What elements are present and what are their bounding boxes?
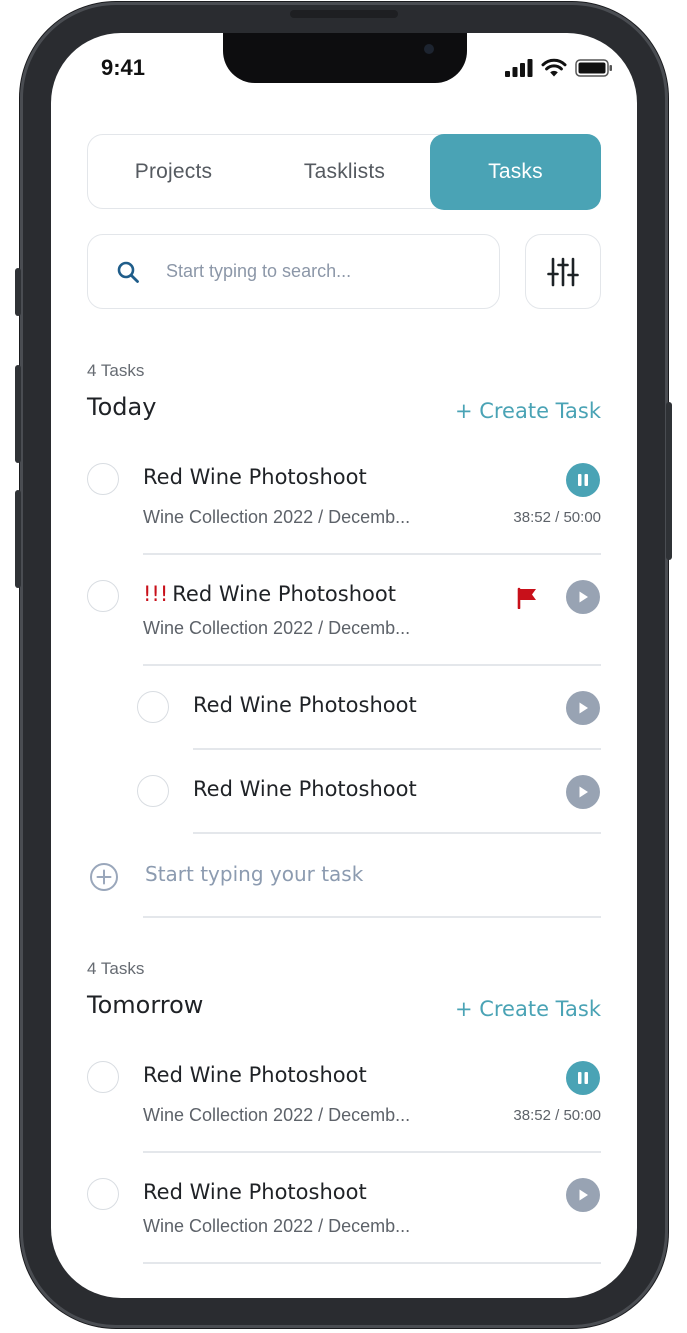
cellular-signal-icon <box>505 58 533 77</box>
volume-down-button <box>15 490 21 588</box>
task-title[interactable]: Red Wine Photoshoot <box>143 465 367 489</box>
play-icon <box>579 591 588 603</box>
play-icon <box>579 786 588 798</box>
battery-icon <box>575 58 612 77</box>
view-switcher: Projects Tasklists Tasks <box>87 133 601 210</box>
task-path: Wine Collection 2022 / Decemb... <box>143 1216 411 1236</box>
power-button <box>666 402 672 560</box>
section-task-count: 4 Tasks <box>87 959 145 978</box>
task-checkbox[interactable] <box>87 580 119 612</box>
earpiece-speaker <box>290 10 398 18</box>
task-checkbox[interactable] <box>87 1178 119 1210</box>
subtask-title[interactable]: Red Wine Photoshoot <box>193 693 417 717</box>
pause-icon <box>578 474 588 486</box>
search-input[interactable] <box>166 261 466 282</box>
pause-icon <box>578 1072 588 1084</box>
task-title[interactable]: !!! Red Wine Photoshoot <box>143 582 396 606</box>
tab-tasklists[interactable]: Tasklists <box>259 135 430 208</box>
tab-projects[interactable]: Projects <box>88 135 259 208</box>
priority-marker: !!! <box>143 582 169 606</box>
wifi-icon <box>541 58 567 77</box>
search-box <box>87 234 500 309</box>
task-divider <box>143 553 601 555</box>
pause-timer-button[interactable] <box>566 463 600 497</box>
create-task-link[interactable]: + Create Task <box>455 997 601 1021</box>
task-path: Wine Collection 2022 / Decemb... <box>143 618 411 638</box>
status-icons <box>505 58 613 77</box>
flag-icon[interactable] <box>516 587 538 609</box>
create-task-link[interactable]: + Create Task <box>455 399 601 423</box>
status-time: 9:41 <box>101 55 146 80</box>
volume-up-button <box>15 365 21 463</box>
task-divider <box>143 664 601 666</box>
task-timer: 38:52 / 50:00 <box>513 509 601 526</box>
section-title-today: Today <box>87 393 157 421</box>
sliders-icon <box>547 257 579 286</box>
app-screen: 9:41 Projects Tasklists Tasks Start typi… <box>51 33 637 1298</box>
notch <box>223 33 467 83</box>
play-icon <box>579 702 588 714</box>
task-title[interactable]: Red Wine Photoshoot <box>143 1180 367 1204</box>
task-title-text: Red Wine Photoshoot <box>172 582 396 606</box>
front-camera <box>424 44 434 54</box>
task-divider <box>143 916 601 918</box>
section-title-tomorrow: Tomorrow <box>87 991 204 1019</box>
subtask-checkbox[interactable] <box>137 691 169 723</box>
task-divider <box>193 832 601 834</box>
task-divider <box>193 748 601 750</box>
play-icon <box>579 1189 588 1201</box>
add-circle-icon[interactable] <box>89 862 119 892</box>
subtask-title[interactable]: Red Wine Photoshoot <box>193 777 417 801</box>
task-path: Wine Collection 2022 / Decemb... <box>143 507 411 527</box>
task-title[interactable]: Red Wine Photoshoot <box>143 1063 367 1087</box>
task-timer: 38:52 / 50:00 <box>513 1107 601 1124</box>
filter-button[interactable] <box>525 234 601 309</box>
subtask-checkbox[interactable] <box>137 775 169 807</box>
section-task-count: 4 Tasks <box>87 361 145 380</box>
task-divider <box>143 1262 601 1264</box>
start-timer-button[interactable] <box>566 1178 600 1212</box>
start-timer-button[interactable] <box>566 775 600 809</box>
new-task-input[interactable] <box>145 862 565 886</box>
mute-switch <box>15 268 21 316</box>
task-path: Wine Collection 2022 / Decemb... <box>143 1105 411 1125</box>
tab-tasks[interactable]: Tasks <box>430 133 601 210</box>
start-timer-button[interactable] <box>566 580 600 614</box>
pause-timer-button[interactable] <box>566 1061 600 1095</box>
start-timer-button[interactable] <box>566 691 600 725</box>
search-icon <box>117 261 139 283</box>
task-divider <box>143 1151 601 1153</box>
task-checkbox[interactable] <box>87 463 119 495</box>
task-checkbox[interactable] <box>87 1061 119 1093</box>
